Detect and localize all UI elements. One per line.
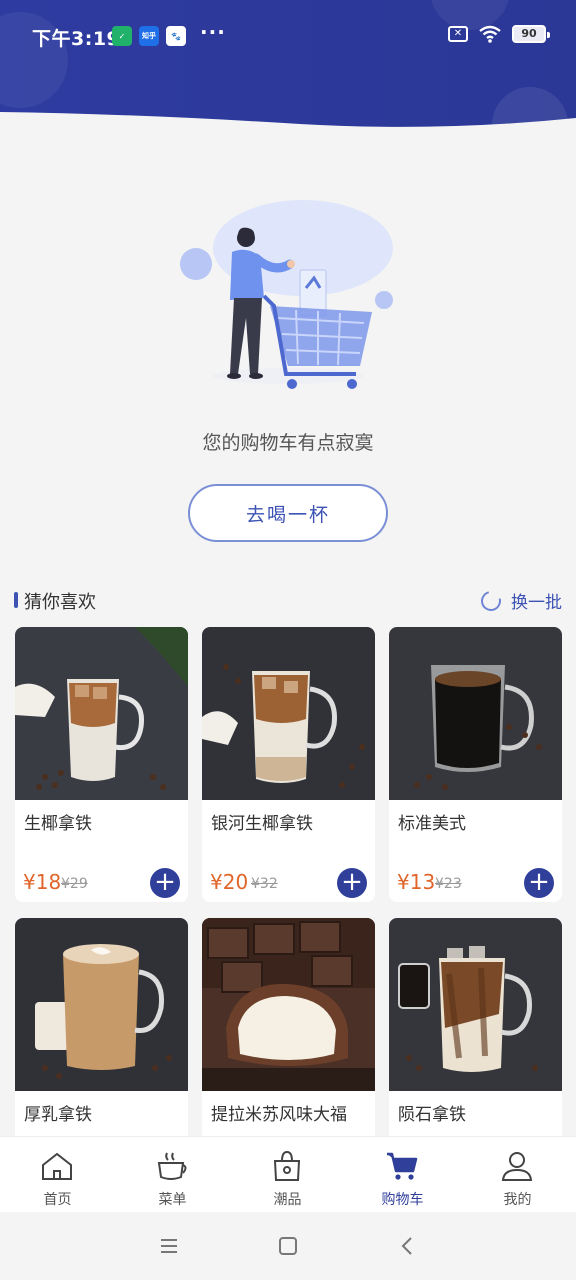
add-to-cart-button[interactable]: +	[524, 868, 554, 898]
go-drink-button[interactable]: 去喝一杯	[188, 484, 388, 542]
refresh-label: 换一批	[511, 593, 562, 613]
user-icon	[501, 1152, 533, 1181]
price-row: ¥18 ¥29 +	[23, 868, 183, 900]
product-image	[389, 627, 562, 800]
wifi-icon	[479, 25, 501, 43]
product-name: 陨石拿铁	[398, 1105, 466, 1125]
original-price: ¥32	[251, 876, 278, 892]
tab-home[interactable]: 首页	[0, 1137, 115, 1213]
home-icon	[42, 1152, 72, 1180]
product-name: 银河生椰拿铁	[211, 814, 313, 834]
product-price: ¥18	[23, 870, 62, 894]
refresh-icon	[477, 586, 505, 615]
tab-label: 菜单	[158, 1192, 187, 1208]
product-card[interactable]: 标准美式 ¥13 ¥23 +	[389, 627, 562, 902]
status-bar: 下午3:19 ✓ 知乎 🐾 ··· ✕ 90	[0, 0, 576, 72]
tab-label: 首页	[43, 1192, 72, 1208]
price-row: ¥20 ¥32 +	[210, 868, 370, 900]
product-name: 生椰拿铁	[24, 814, 92, 834]
price-row: ¥13 ¥23 +	[397, 868, 557, 900]
add-to-cart-button[interactable]: +	[150, 868, 180, 898]
empty-cart-message: 您的购物车有点寂寞	[202, 432, 374, 454]
product-price: ¥20	[210, 870, 249, 894]
section-accent-bar	[14, 592, 18, 608]
zhihu-app-icon: 知乎	[139, 26, 159, 46]
product-card[interactable]: 银河生椰拿铁 ¥20 ¥32 +	[202, 627, 375, 902]
tab-trend[interactable]: 潮品	[230, 1137, 345, 1213]
product-card[interactable]: 厚乳拿铁	[15, 918, 188, 1148]
product-image	[15, 918, 188, 1091]
status-time: 下午3:19	[32, 28, 121, 50]
product-name: 厚乳拿铁	[24, 1105, 92, 1125]
more-notifications-icon: ···	[200, 20, 226, 44]
product-card[interactable]: 提拉米苏风味大福	[202, 918, 375, 1148]
product-price: ¥13	[397, 870, 436, 894]
cart-icon	[387, 1152, 418, 1180]
product-card[interactable]: 生椰拿铁 ¥18 ¥29 +	[15, 627, 188, 902]
home-nav-icon[interactable]	[276, 1234, 300, 1258]
back-icon[interactable]	[396, 1234, 420, 1258]
system-nav-bar	[0, 1212, 576, 1280]
product-image	[389, 918, 562, 1091]
shield-app-icon: ✓	[112, 26, 132, 46]
tab-label: 我的	[503, 1192, 532, 1208]
product-card[interactable]: 陨石拿铁	[389, 918, 562, 1148]
add-to-cart-button[interactable]: +	[337, 868, 367, 898]
product-image	[15, 627, 188, 800]
empty-cart-illustration	[180, 200, 393, 389]
product-image	[202, 918, 375, 1091]
tab-label: 购物车	[381, 1192, 424, 1208]
menu-icon[interactable]	[157, 1234, 181, 1258]
tab-menu[interactable]: 菜单	[115, 1137, 230, 1213]
battery-icon: 90	[512, 25, 550, 43]
no-sim-icon: ✕	[448, 26, 468, 42]
bottom-tab-bar: 首页 菜单 潮品 购物车 我的	[0, 1136, 576, 1212]
original-price: ¥29	[61, 876, 88, 892]
coffee-cup-icon	[157, 1152, 187, 1180]
baidu-app-icon: 🐾	[166, 26, 186, 46]
product-name: 标准美式	[398, 814, 466, 834]
shopping-bag-icon	[273, 1151, 301, 1181]
tab-mine[interactable]: 我的	[460, 1137, 575, 1213]
tab-label: 潮品	[273, 1192, 302, 1208]
recommend-section-header: 猜你喜欢 换一批	[14, 586, 562, 616]
section-title: 猜你喜欢	[24, 592, 96, 613]
original-price: ¥23	[435, 876, 462, 892]
refresh-button[interactable]: 换一批	[477, 586, 562, 615]
product-image	[202, 627, 375, 800]
tab-cart[interactable]: 购物车	[345, 1137, 460, 1213]
product-name: 提拉米苏风味大福	[211, 1105, 347, 1125]
